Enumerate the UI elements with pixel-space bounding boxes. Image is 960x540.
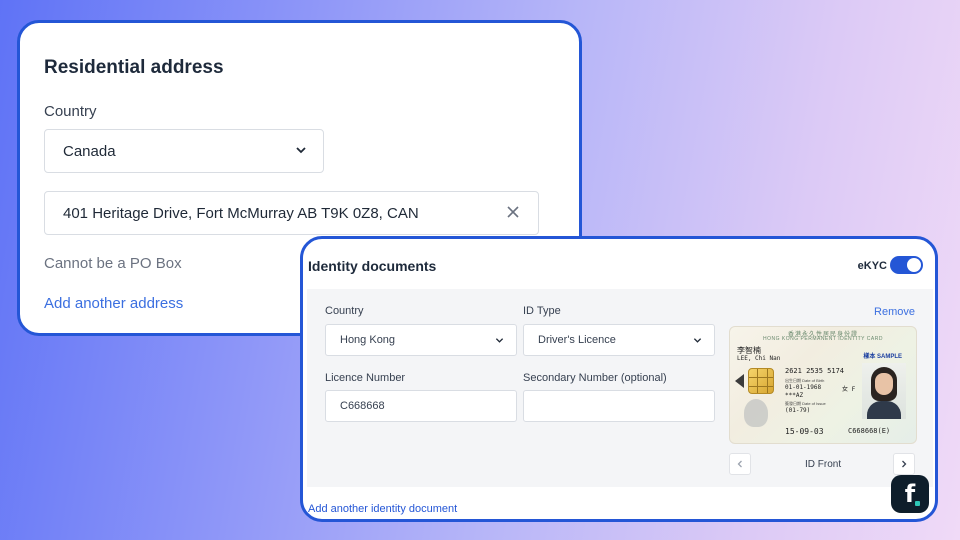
id-country-select[interactable]: Hong Kong [325,324,517,356]
brand-letter: f [904,480,916,508]
id-country-value: Hong Kong [340,334,396,346]
card-header-en: HONG KONG PERMANENT IDENTITY CARD [763,336,883,342]
licence-number-label: Licence Number [325,372,406,384]
card-issue-code: (01-79) [785,407,811,414]
chevron-left-icon [737,460,742,468]
card-symbols: ***AZ [785,392,804,399]
card-sample-mark: 樣本 SAMPLE [863,354,902,360]
card-code: 2621 2535 5174 [785,367,845,375]
prev-image-button[interactable] [729,453,751,475]
id-front-caption: ID Front [805,459,842,470]
po-box-hint: Cannot be a PO Box [44,255,182,272]
identity-documents-title: Identity documents [308,258,437,274]
add-identity-document-link[interactable]: Add another identity document [308,503,457,515]
toggle-knob [907,258,921,272]
brand-logo-icon: f [891,475,929,513]
address-input-value: 401 Heritage Drive, Fort McMurray AB T9K… [63,204,419,222]
id-country-label: Country [325,305,364,317]
identity-documents-card: Identity documents eKYC Country Hong Kon… [300,236,938,522]
add-another-address-link[interactable]: Add another address [44,295,183,312]
licence-number-input[interactable]: C668668 [325,390,517,422]
secondary-number-input[interactable] [523,390,715,422]
close-icon[interactable] [506,205,520,219]
id-type-label: ID Type [523,305,561,317]
licence-number-value: C668668 [340,400,385,412]
id-type-select[interactable]: Driver's Licence [523,324,715,356]
remove-document-link[interactable]: Remove [874,306,915,318]
card-number: C668668(E) [848,427,891,435]
card-portrait [862,363,906,419]
ekyc-label: eKYC [857,260,887,272]
chevron-down-icon [495,338,504,343]
chevron-down-icon [693,338,702,343]
card-issue-date: 15-09-03 [785,427,824,436]
card-arrow-icon [735,374,744,388]
card-dob: 01-01-1968 [785,384,822,391]
card-name-en: LEE, Chi Nan [737,355,781,362]
chevron-down-icon [296,147,306,154]
address-input[interactable]: 401 Heritage Drive, Fort McMurray AB T9K… [44,191,539,235]
country-label: Country [44,103,97,120]
id-front-image: 香港永久性居民身份證 HONG KONG PERMANENT IDENTITY … [729,326,917,444]
id-type-value: Driver's Licence [538,334,616,346]
card-sex: 女 F [842,386,856,393]
country-select-value: Canada [63,142,116,160]
next-image-button[interactable] [893,453,915,475]
card-chip-icon [748,368,774,394]
secondary-number-label: Secondary Number (optional) [523,372,667,384]
ekyc-toggle[interactable] [890,256,923,274]
residential-address-title: Residential address [44,57,224,78]
chevron-right-icon [902,460,907,468]
country-select[interactable]: Canada [44,129,324,173]
card-ghost-photo [744,399,768,427]
